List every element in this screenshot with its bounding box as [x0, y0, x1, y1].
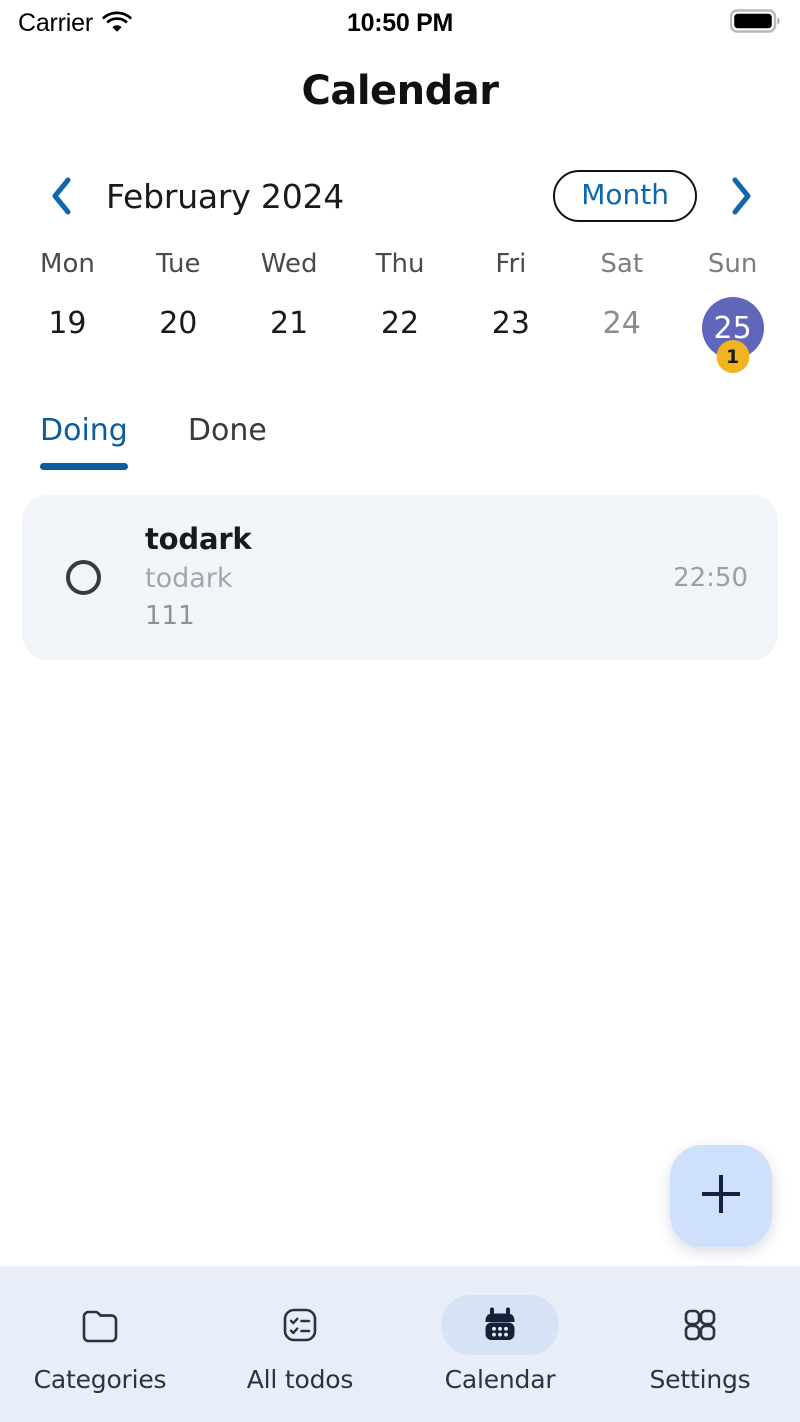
checklist-square-icon: [241, 1295, 359, 1355]
tab-label: Done: [187, 413, 267, 448]
bottom-navigation: Categories All todos Calendar Settings: [0, 1266, 800, 1422]
app-screen: Carrier 10:50 PM Calendar February 2024 …: [0, 0, 800, 1422]
grid-squares-icon: [641, 1295, 759, 1355]
weekday-name-thu: Thu: [375, 249, 425, 279]
nav-item-categories[interactable]: Categories: [0, 1295, 200, 1394]
calendar-day-cell[interactable]: 22: [345, 297, 456, 373]
weekday-name-wed: Wed: [260, 249, 318, 279]
day-number: 24: [602, 306, 641, 341]
todo-title: todark: [145, 522, 252, 556]
nav-item-label: Calendar: [444, 1364, 556, 1394]
day-number: 20: [159, 306, 198, 341]
status-bar: Carrier 10:50 PM: [0, 0, 800, 46]
week-day-row: 19 20 21 22 23 24 25 1: [0, 297, 800, 373]
weekday-name-sun: Sun: [707, 249, 758, 279]
weekday-name-sat: Sat: [600, 249, 644, 279]
weekday-name-fri: Fri: [495, 249, 527, 279]
calendar-day-cell[interactable]: 23: [455, 297, 566, 373]
nav-item-label: All todos: [246, 1364, 354, 1394]
day-number: 22: [380, 306, 420, 341]
status-bar-right: [729, 8, 782, 38]
calendar-day-cell[interactable]: 19: [12, 297, 123, 373]
nav-item-label: Settings: [649, 1364, 751, 1394]
month-label: February 2024: [106, 176, 345, 216]
todo-list: todark todark 111 22:50: [0, 470, 800, 661]
selected-day-circle[interactable]: 25 1: [701, 297, 764, 373]
page-title: Calendar: [301, 68, 499, 114]
nav-item-all-todos[interactable]: All todos: [200, 1295, 400, 1394]
todo-checkbox[interactable]: [66, 560, 101, 596]
todo-item[interactable]: todark todark 111 22:50: [22, 495, 778, 661]
todo-text-block: todark todark 111: [145, 521, 657, 634]
weekday-name-row: Mon Tue Wed Thu Fri Sat Sun: [0, 249, 800, 279]
calendar-day-cell[interactable]: 21: [234, 297, 345, 373]
day-event-count-badge: 1: [716, 340, 750, 373]
calendar-filled-icon: [441, 1294, 559, 1355]
view-mode-button[interactable]: Month: [553, 169, 697, 223]
calendar-month-header: February 2024 Month: [0, 160, 800, 232]
status-bar-clock: 10:50 PM: [347, 8, 453, 37]
calendar-day-cell[interactable]: 25 1: [677, 297, 788, 373]
nav-item-calendar[interactable]: Calendar: [400, 1294, 600, 1394]
calendar-day-cell[interactable]: 20: [123, 297, 234, 373]
todo-subtitle: todark: [145, 562, 233, 594]
chevron-left-icon[interactable]: [44, 173, 78, 219]
tab-done[interactable]: Done: [188, 413, 267, 470]
todo-description: 111: [145, 601, 195, 632]
battery-full-icon: [729, 8, 782, 38]
tab-label: Doing: [40, 413, 128, 448]
day-number: 21: [270, 306, 309, 341]
add-todo-fab[interactable]: [670, 1145, 772, 1247]
tab-doing[interactable]: Doing: [40, 413, 128, 470]
active-tab-indicator: [40, 463, 128, 470]
day-number: 23: [491, 306, 530, 341]
todo-time: 22:50: [673, 562, 748, 593]
calendar-day-cell[interactable]: 24: [566, 297, 677, 373]
day-number: 19: [48, 306, 87, 341]
weekday-name-tue: Tue: [156, 249, 201, 279]
nav-item-settings[interactable]: Settings: [600, 1295, 800, 1394]
folder-icon: [41, 1295, 159, 1355]
nav-item-label: Categories: [33, 1364, 167, 1394]
chevron-right-icon[interactable]: [724, 173, 758, 219]
weekday-name-mon: Mon: [40, 249, 95, 279]
todo-status-tabs: Doing Done: [0, 413, 800, 470]
plus-icon: [698, 1171, 744, 1221]
